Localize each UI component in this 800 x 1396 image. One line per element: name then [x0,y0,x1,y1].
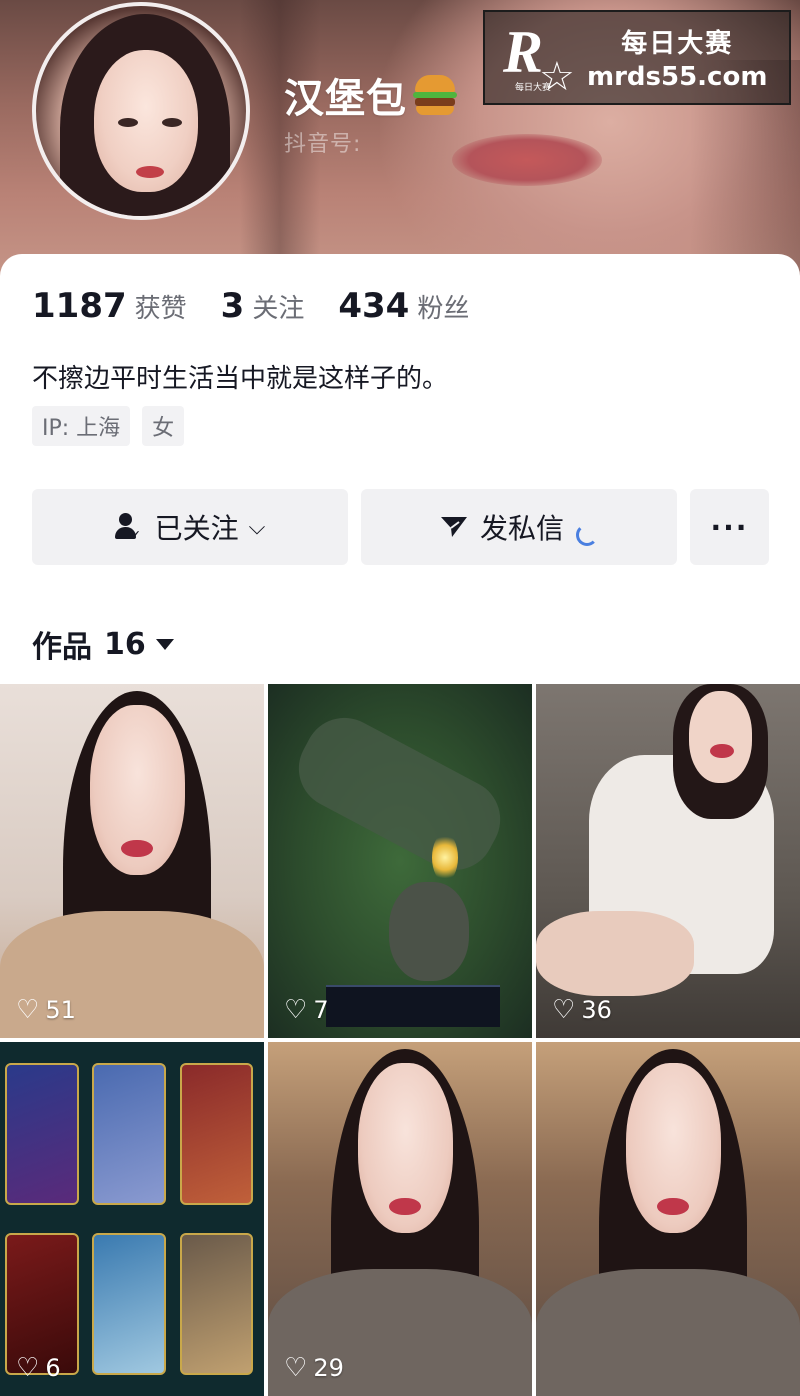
works-tab-label: 作品 [32,630,92,665]
douyin-id-label: 抖音号: [284,132,362,157]
heart-icon: ♡ [16,995,40,1025]
profile-actions: ✓ 已关注 ⌵ 发私信 ··· [32,489,769,565]
stat-value: 434 [338,286,410,326]
watermark-url: mrds55.com [587,62,768,92]
video-thumbnail[interactable]: ♡ 6 [0,1042,264,1396]
video-thumbnail[interactable]: ♡ 7 [268,684,532,1038]
heart-icon: ♡ [16,1353,40,1383]
stat-followers[interactable]: 434 粉丝 [338,286,469,326]
followed-label: 已关注 [154,512,239,545]
heart-icon: ♡ [284,1353,308,1383]
profile-stats: 1187 获赞 3 关注 434 粉丝 [32,286,503,326]
followed-button[interactable]: ✓ 已关注 ⌵ [32,489,348,565]
like-count: ♡ 36 [552,995,612,1025]
watermark-logo: R ☆ 每日大赛 [503,18,575,100]
profile-tags: IP: 上海 女 [32,406,196,446]
more-options-button[interactable]: ··· [690,489,769,565]
stat-likes[interactable]: 1187 获赞 [32,286,187,326]
avatar-lip [136,166,164,178]
nickname-row: 汉堡包 [284,66,457,124]
stat-label: 粉丝 [417,294,470,324]
heart-icon: ♡ [552,995,576,1025]
like-count: ♡ 7 [284,995,329,1025]
video-thumbnail[interactable]: ♡ 51 [0,684,264,1038]
send-message-button[interactable]: 发私信 [361,489,677,565]
header-bg-decoration [452,134,602,186]
tag-ip-location: IP: 上海 [32,406,131,446]
loading-spinner-icon [576,524,598,546]
like-count: ♡ 29 [284,1353,344,1383]
site-watermark: R ☆ 每日大赛 每日大赛 mrds55.com [483,10,791,105]
video-thumbnail[interactable]: ♡ 29 [268,1042,532,1396]
avatar-eye [118,118,138,127]
profile-bio: 不擦边平时生活当中就是这样子的。 [32,364,449,394]
video-thumbnail[interactable]: ♡ 36 [536,684,800,1038]
avatar[interactable] [32,2,250,220]
heart-icon: ♡ [284,995,308,1025]
video-thumbnail[interactable] [536,1042,800,1396]
tab-works[interactable]: 作品 16 [32,622,174,666]
like-count: ♡ 51 [16,995,76,1025]
tag-gender: 女 [142,406,185,446]
stat-following[interactable]: 3 关注 [221,286,305,326]
send-icon [440,515,468,539]
stat-label: 获赞 [134,294,187,324]
works-grid: ♡ 51 ♡ 7 ♡ 36 ♡ 6 ♡ 29 [0,684,800,1396]
works-count: 16 [104,626,146,662]
profile-info-card: 1187 获赞 3 关注 434 粉丝 不擦边平时生活当中就是这样子的。 IP:… [0,254,800,684]
like-count: ♡ 6 [16,1353,61,1383]
star-icon: ☆ [539,53,575,100]
stat-label: 关注 [252,294,305,324]
hamburger-emoji-icon [413,73,457,117]
more-dots-icon: ··· [710,510,749,544]
user-check-icon: ✓ [114,513,143,544]
chevron-down-icon: ⌵ [248,514,266,540]
watermark-title: 每日大赛 [621,29,734,59]
send-message-label: 发私信 [479,512,564,545]
caret-down-icon [155,638,174,650]
stat-value: 1187 [32,286,127,326]
avatar-eye [162,118,182,127]
stat-value: 3 [220,286,245,326]
nickname: 汉堡包 [284,76,407,122]
